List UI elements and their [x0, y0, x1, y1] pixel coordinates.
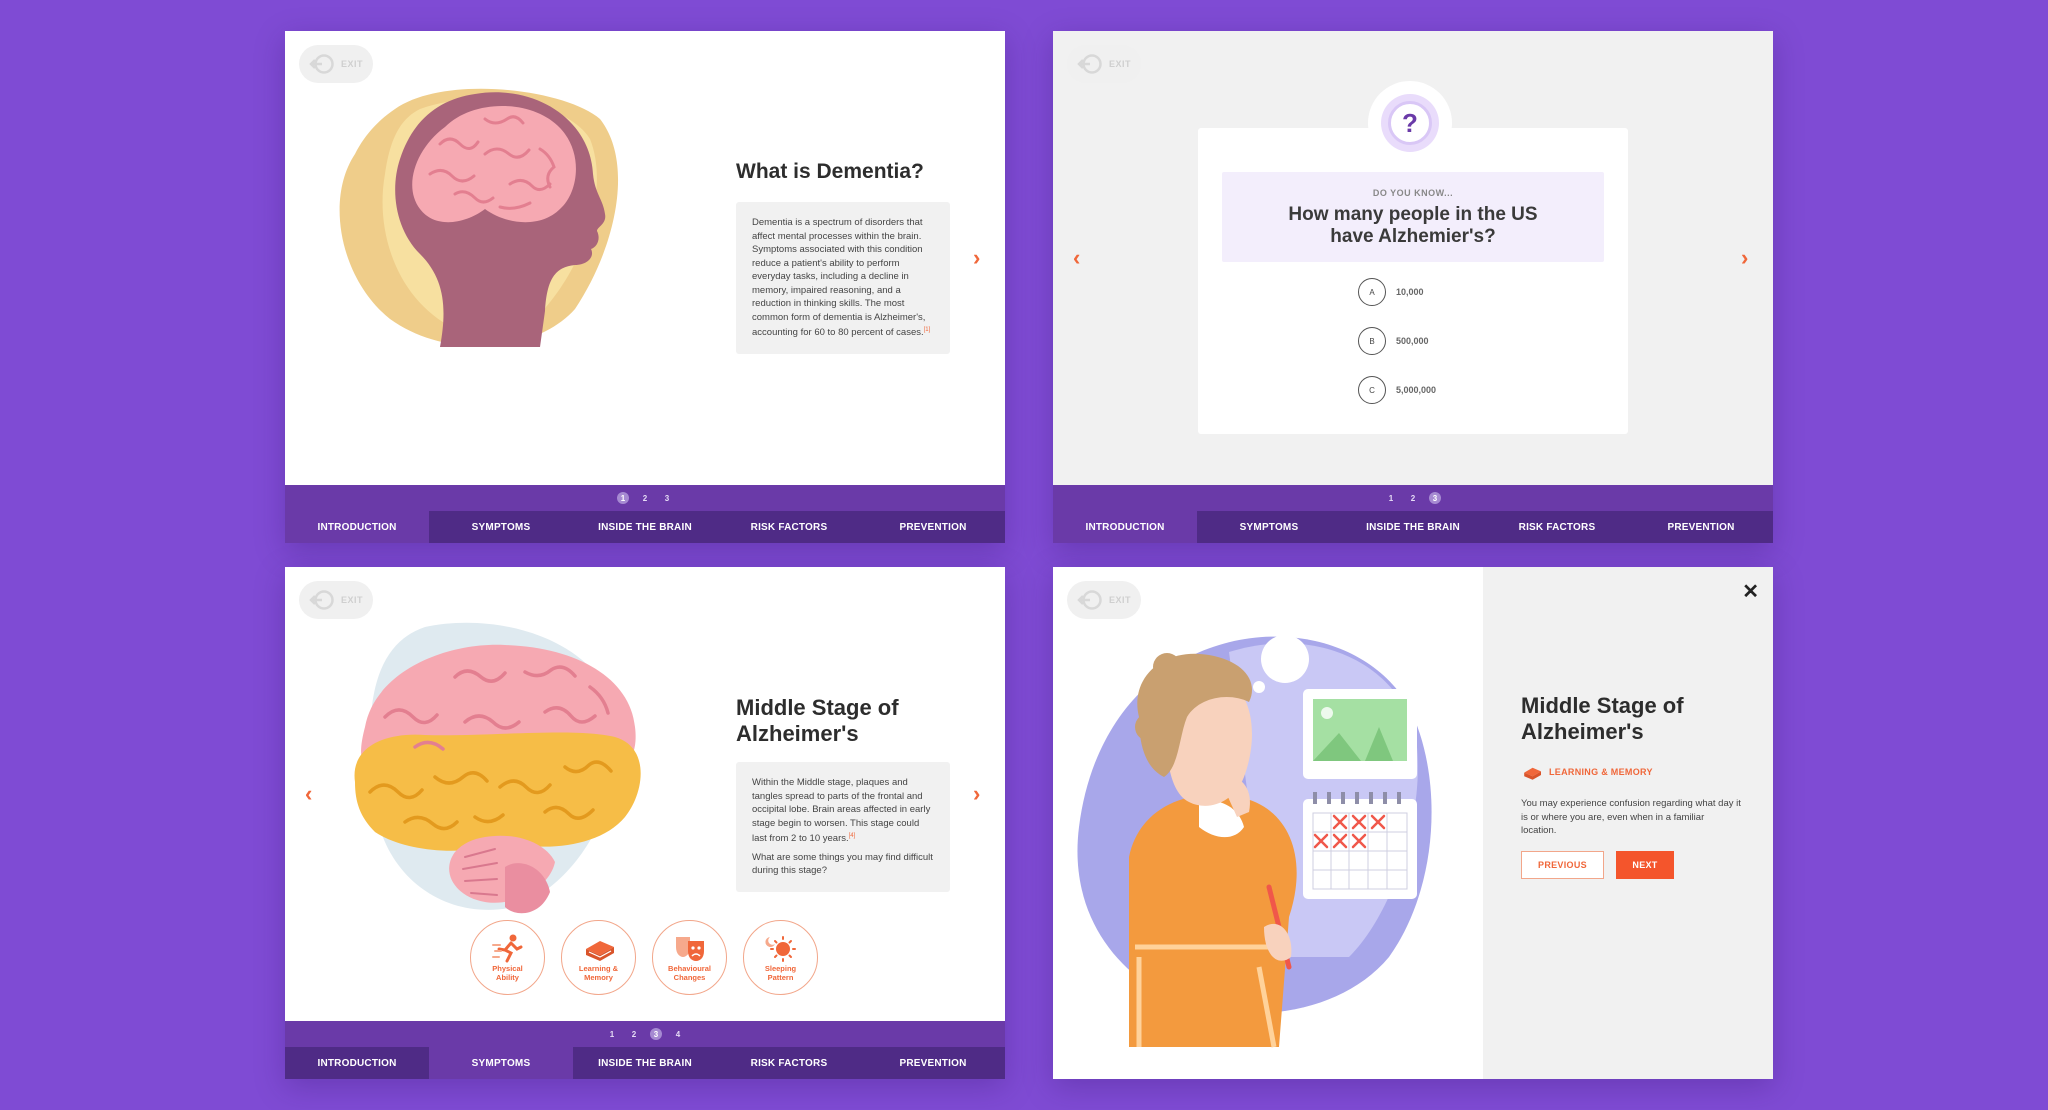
tab-inside-the-brain[interactable]: INSIDE THE BRAIN: [573, 511, 717, 543]
citation-ref[interactable]: [4]: [849, 833, 856, 839]
exit-button[interactable]: EXIT: [1067, 581, 1141, 619]
tab-risk-factors[interactable]: RISK FACTORS: [717, 1047, 861, 1079]
exit-button[interactable]: EXIT: [299, 45, 373, 83]
page-indicator: 1 2 3 4: [285, 1021, 1005, 1047]
quiz-option-a[interactable]: A 10,000: [1358, 278, 1424, 306]
quiz-question: How many people in the US have Alzhemier…: [1288, 204, 1538, 247]
slide-title: Middle Stage of Alzheimer's: [736, 695, 899, 747]
slide-title: What is Dementia?: [736, 160, 924, 183]
slide-quiz: EXIT DO YOU KNOW... How many people in t…: [1053, 31, 1773, 543]
tab-introduction[interactable]: INTRODUCTION: [285, 1047, 429, 1079]
symptom-physical-ability[interactable]: Physical Ability: [470, 920, 545, 995]
description-box: Within the Middle stage, plaques and tan…: [736, 762, 950, 892]
slide-learning-memory-detail: EXIT ✕ Middle Stage of Alzheimer's LEARN…: [1053, 567, 1773, 1079]
tab-prevention[interactable]: PREVENTION: [861, 1047, 1005, 1079]
previous-button[interactable]: PREVIOUS: [1521, 851, 1604, 879]
prev-arrow[interactable]: ‹: [305, 783, 312, 805]
option-letter: A: [1358, 278, 1386, 306]
question-mark-icon: ?: [1388, 101, 1432, 145]
description-question: What are some things you may find diffic…: [752, 851, 933, 877]
next-arrow[interactable]: ›: [973, 783, 980, 805]
symptom-sleeping-pattern[interactable]: Sleeping Pattern: [743, 920, 818, 995]
exit-button[interactable]: EXIT: [1067, 45, 1141, 83]
quiz-card: DO YOU KNOW... How many people in the US…: [1198, 128, 1628, 434]
sun-moon-icon: [764, 936, 796, 962]
section-tabs: INTRODUCTION SYMPTOMS INSIDE THE BRAIN R…: [285, 1047, 1005, 1079]
exit-icon: [1077, 54, 1102, 74]
theater-masks-icon: [675, 937, 704, 961]
symptom-label: Learning & Memory: [578, 964, 619, 982]
prev-arrow[interactable]: ‹: [1073, 247, 1080, 269]
exit-icon: [309, 54, 334, 74]
tab-symptoms[interactable]: SYMPTOMS: [429, 1047, 573, 1079]
tab-prevention[interactable]: PREVENTION: [1629, 511, 1773, 543]
quiz-option-b[interactable]: B 500,000: [1358, 327, 1429, 355]
description-box: Dementia is a spectrum of disorders that…: [736, 202, 950, 354]
page-dot[interactable]: 1: [1385, 492, 1397, 504]
page-indicator: 1 2 3: [285, 485, 1005, 511]
tab-inside-the-brain[interactable]: INSIDE THE BRAIN: [1341, 511, 1485, 543]
page-dot[interactable]: 2: [628, 1028, 640, 1040]
next-arrow[interactable]: ›: [973, 247, 980, 269]
option-value: 500,000: [1396, 336, 1429, 346]
section-tabs: INTRODUCTION SYMPTOMS INSIDE THE BRAIN R…: [1053, 511, 1773, 543]
symptom-label: Behavioural Changes: [668, 964, 711, 982]
symptom-label: Physical Ability: [492, 964, 523, 982]
detail-panel: ✕ Middle Stage of Alzheimer's LEARNING &…: [1483, 567, 1773, 1079]
tab-symptoms[interactable]: SYMPTOMS: [429, 511, 573, 543]
book-icon: [585, 941, 614, 961]
page-dot[interactable]: 4: [672, 1028, 684, 1040]
page-dot[interactable]: 3: [650, 1028, 662, 1040]
description-text: Dementia is a spectrum of disorders that…: [752, 217, 926, 339]
tab-introduction[interactable]: INTRODUCTION: [285, 511, 429, 543]
citation-ref[interactable]: [1]: [924, 327, 931, 333]
section-tabs: INTRODUCTION SYMPTOMS INSIDE THE BRAIN R…: [285, 511, 1005, 543]
slide-title: Middle Stage of Alzheimer's: [1521, 693, 1684, 745]
tab-inside-the-brain[interactable]: INSIDE THE BRAIN: [573, 1047, 717, 1079]
symptom-learning-memory[interactable]: Learning & Memory: [561, 920, 636, 995]
next-arrow[interactable]: ›: [1741, 247, 1748, 269]
symptom-behavioural-changes[interactable]: Behavioural Changes: [652, 920, 727, 995]
tab-introduction[interactable]: INTRODUCTION: [1053, 511, 1197, 543]
quiz-pretitle: DO YOU KNOW...: [1372, 188, 1454, 198]
quiz-option-c[interactable]: C 5,000,000: [1358, 376, 1436, 404]
next-button[interactable]: NEXT: [1616, 851, 1674, 879]
slide-middle-stage-symptoms: EXIT Middle Stage of Alzheimer's Within …: [285, 567, 1005, 1079]
exit-icon: [309, 590, 334, 610]
tab-prevention[interactable]: PREVENTION: [861, 511, 1005, 543]
question-badge: ?: [1368, 81, 1452, 165]
page-dot[interactable]: 3: [661, 492, 673, 504]
close-icon[interactable]: ✕: [1742, 579, 1759, 604]
exit-icon: [1077, 590, 1102, 610]
tab-risk-factors[interactable]: RISK FACTORS: [717, 511, 861, 543]
brain-illustration: [354, 622, 641, 914]
thinking-person-illustration: [1077, 635, 1432, 1048]
exit-button[interactable]: EXIT: [299, 581, 373, 619]
head-brain-illustration: [339, 88, 619, 347]
category-tag: LEARNING & MEMORY: [1521, 763, 1653, 781]
tab-risk-factors[interactable]: RISK FACTORS: [1485, 511, 1629, 543]
page-dot[interactable]: 1: [606, 1028, 618, 1040]
page-dot[interactable]: 2: [1407, 492, 1419, 504]
running-person-icon: [491, 934, 522, 963]
description-text: Within the Middle stage, plaques and tan…: [752, 777, 931, 845]
category-label: LEARNING & MEMORY: [1549, 767, 1653, 777]
detail-text: You may experience confusion regarding w…: [1521, 798, 1741, 836]
page-dot[interactable]: 2: [639, 492, 651, 504]
option-value: 5,000,000: [1396, 385, 1437, 395]
page-dot[interactable]: 1: [617, 492, 629, 504]
option-letter: C: [1358, 376, 1386, 404]
quiz-header: DO YOU KNOW... How many people in the US…: [1222, 172, 1604, 262]
page-indicator: 1 2 3: [1053, 485, 1773, 511]
symptom-label: Sleeping Pattern: [764, 964, 797, 982]
page-dot[interactable]: 3: [1429, 492, 1441, 504]
tab-symptoms[interactable]: SYMPTOMS: [1197, 511, 1341, 543]
option-letter: B: [1358, 327, 1386, 355]
book-icon: [1524, 767, 1541, 780]
slide-what-is-dementia: EXIT What is Dementia? Dementia is a spe…: [285, 31, 1005, 543]
option-value: 10,000: [1396, 287, 1424, 297]
